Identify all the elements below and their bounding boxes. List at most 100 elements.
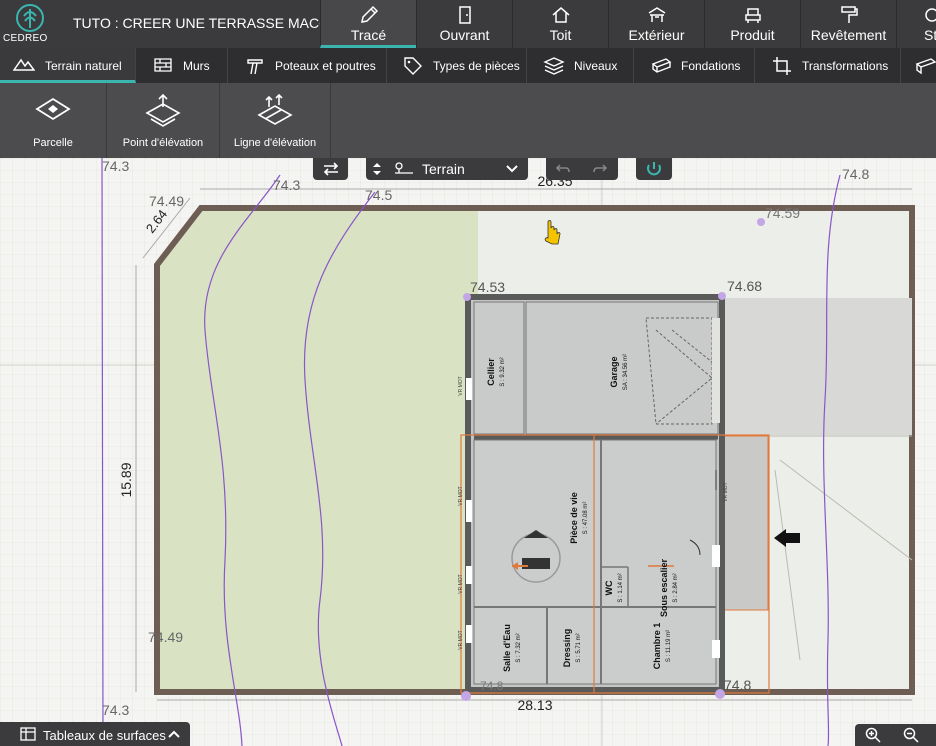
project-title[interactable]: TUTO : CREER UNE TERRASSE MACO... — [73, 15, 342, 31]
stairs-icon — [915, 58, 936, 75]
room-name-cellier: Cellier — [486, 358, 496, 386]
layers-icon — [543, 57, 565, 75]
door-icon — [458, 6, 471, 24]
terrace-area — [722, 298, 912, 435]
wall-tag: VR MOT — [723, 482, 729, 501]
room-area-piece-de-vie: S : 47.08 m² — [583, 502, 589, 535]
subtab-fondations[interactable]: Fondations — [634, 48, 755, 83]
subtab-more[interactable] — [901, 48, 936, 83]
elev-label: 74.53 — [470, 279, 505, 295]
tab-revetement[interactable]: Revêtement — [800, 0, 896, 48]
elev-label: 74.49 — [148, 629, 183, 645]
subtab-niveaux[interactable]: Niveaux — [527, 48, 634, 83]
subtab-terrain-naturel[interactable]: Terrain naturel — [0, 48, 136, 83]
room-name-garage: Garage — [609, 356, 619, 387]
surfaces-table-toggle[interactable]: Tableaux de surfaces — [0, 722, 190, 746]
room-area-salle-eau: S : 7.32 m² — [516, 633, 522, 662]
level-selector-label: Terrain — [422, 161, 465, 177]
tool-parcelle[interactable]: Parcelle — [0, 83, 107, 158]
pencil-icon — [360, 5, 378, 23]
elev-label: 74.8 — [724, 677, 751, 693]
tool-ligne-elevation[interactable]: Ligne d'élévation — [220, 83, 331, 158]
tab-label: St — [924, 27, 936, 43]
elevation-line-icon — [257, 93, 293, 125]
zoom-out-icon[interactable] — [903, 727, 919, 743]
tool-row: Parcelle Point d'élévation Ligne d'éléva… — [0, 83, 936, 158]
top-bar: CEDREO TUTO : CREER UNE TERRASSE MACO...… — [0, 0, 936, 48]
elev-label: 74.3 — [102, 702, 129, 718]
elev-label: 74.68 — [727, 278, 762, 294]
subtab-transformations[interactable]: Transformations — [755, 48, 901, 83]
subtab-types-pieces[interactable]: Types de pièces — [387, 48, 527, 83]
room-area-wc: S : 1.14 m² — [618, 573, 624, 602]
room-area-dressing: S : 5.71 m² — [576, 633, 582, 662]
deck-area — [719, 435, 769, 611]
tab-toit[interactable]: Toit — [512, 0, 608, 48]
tab-st[interactable]: St — [896, 0, 936, 48]
tab-label: Ouvrant — [439, 27, 490, 43]
sub-tab-bar: Terrain naturel Murs Poteaux et poutres … — [0, 48, 936, 83]
elev-label: 74.49 — [149, 193, 184, 209]
undo-icon[interactable] — [555, 163, 571, 175]
tab-label: Produit — [730, 27, 775, 43]
elev-label: 74.8 — [480, 679, 504, 693]
tag-icon — [404, 57, 422, 75]
mountain-icon — [13, 58, 35, 71]
history-controls — [546, 158, 618, 180]
tab-ouvrant[interactable]: Ouvrant — [416, 0, 512, 48]
tool-label: Parcelle — [33, 137, 73, 149]
tool-label: Point d'élévation — [122, 137, 204, 149]
subtab-label: Terrain naturel — [45, 59, 122, 73]
transform-icon — [773, 57, 791, 75]
surfaces-label: Tableaux de surfaces — [43, 728, 166, 743]
tool-point-elevation[interactable]: Point d'élévation — [107, 83, 220, 158]
subtab-label: Niveaux — [574, 59, 618, 73]
pergola-icon — [648, 7, 665, 22]
room-name-salle-eau: Salle d'Eau — [502, 624, 512, 672]
dim-bottom: 28.13 — [517, 697, 552, 713]
dim-left: 15.89 — [118, 462, 134, 497]
brick-wall-icon — [154, 58, 172, 72]
room-area-chambre-1: S : 11.19 m² — [666, 630, 672, 662]
chevron-up-icon — [168, 730, 180, 738]
tab-trace[interactable]: Tracé — [320, 0, 416, 48]
subtab-label: Transformations — [802, 59, 889, 73]
logo-text: CEDREO — [3, 33, 48, 44]
tab-label: Revêtement — [810, 27, 887, 43]
elev-label: 74.8 — [842, 166, 869, 182]
room-area-cellier: S : 9.32 m² — [500, 357, 506, 386]
beam-icon — [247, 59, 263, 75]
room-name-sous-escalier: Sous escalier — [659, 558, 669, 617]
swap-icon — [323, 162, 339, 176]
terrain-level-icon — [395, 162, 413, 174]
foundation-icon — [651, 58, 672, 73]
subtab-murs[interactable]: Murs — [135, 48, 228, 83]
elev-label: 74.3 — [102, 158, 129, 174]
parcel-icon — [35, 97, 71, 121]
zoom-in-icon[interactable] — [865, 727, 881, 743]
sort-icon — [373, 163, 381, 175]
subtab-label: Types de pièces — [433, 59, 520, 73]
wall-tag: VR MOT — [458, 574, 464, 593]
tool-label: Ligne d'élévation — [233, 137, 317, 149]
tab-label: Tracé — [350, 27, 387, 43]
tab-exterieur[interactable]: Extérieur — [608, 0, 704, 48]
elev-label: 74.59 — [765, 205, 800, 221]
redo-icon[interactable] — [592, 163, 608, 175]
elev-label: 74.5 — [365, 187, 392, 203]
magnet-snap-button[interactable] — [636, 158, 672, 180]
subtab-label: Fondations — [681, 59, 741, 73]
table-icon — [20, 727, 36, 741]
tab-produit[interactable]: Produit — [704, 0, 800, 48]
cedreo-logo[interactable]: CEDREO — [0, 0, 60, 48]
plan-canvas[interactable]: Cellier S : 9.32 m² Garage SA : 34.56 m²… — [0, 158, 936, 746]
zoom-controls — [855, 724, 936, 746]
room-name-piece-de-vie: Pièce de vie — [569, 492, 579, 544]
subtab-poteaux-poutres[interactable]: Poteaux et poutres — [228, 48, 387, 83]
style-icon — [925, 8, 936, 22]
roof-icon — [552, 7, 569, 23]
swap-button[interactable] — [313, 158, 348, 180]
tab-label: Extérieur — [628, 27, 685, 43]
cedreo-logo-icon — [16, 4, 44, 32]
chevron-down-icon — [506, 165, 518, 173]
